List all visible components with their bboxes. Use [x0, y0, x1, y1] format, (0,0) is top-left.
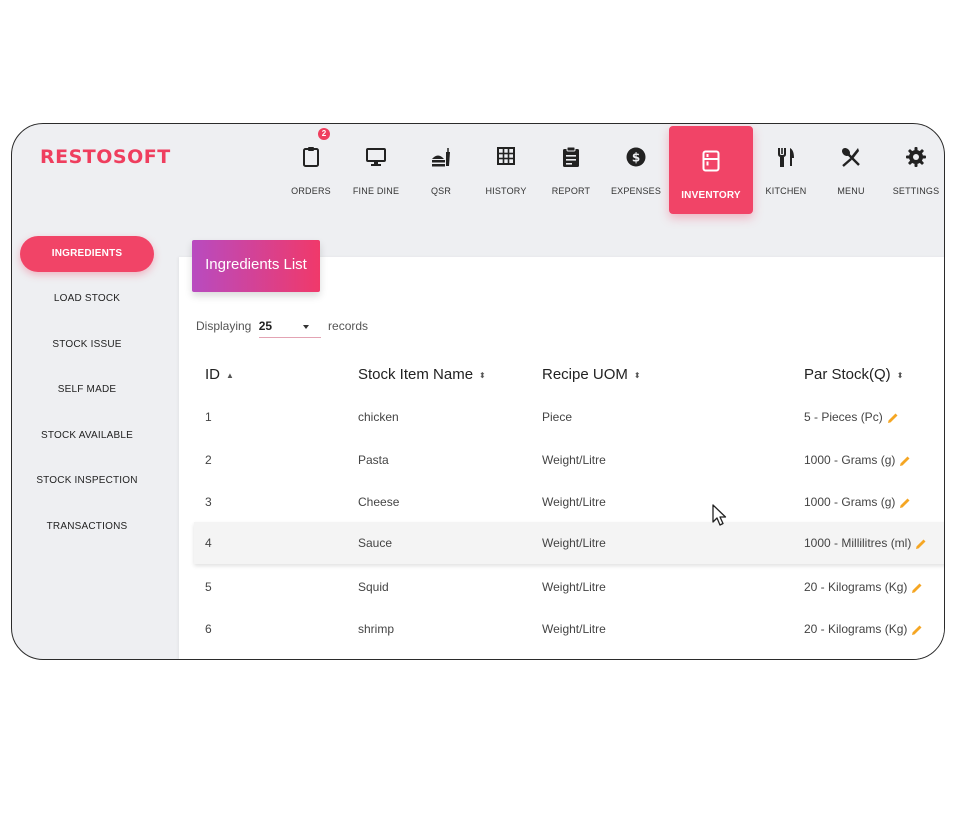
nav-label: MENU — [837, 186, 865, 196]
edit-icon[interactable] — [911, 582, 923, 594]
sort-asc-icon: ▲ — [226, 370, 234, 380]
sidebar-item-self-made[interactable]: SELF MADE — [20, 372, 154, 408]
sort-icon: ⬍ — [896, 370, 904, 380]
nav-item-report[interactable]: REPORT — [538, 124, 604, 214]
sidebar-item-stock-available[interactable]: STOCK AVAILABLE — [20, 418, 154, 454]
nav-item-settings[interactable]: SETTINGS — [883, 124, 944, 214]
column-header-id[interactable]: ID ▲ — [205, 366, 234, 383]
nav-label: SETTINGS — [892, 186, 940, 196]
records-label: records — [328, 319, 369, 333]
table-row[interactable]: 5 Squid Weight/Litre 20 - Kilograms (Kg) — [194, 566, 944, 608]
app-window: RESTOSOFT 2 ORDERS FINE DINE QSR HISTORY… — [11, 123, 945, 660]
page-size-value: 25 — [258, 319, 273, 333]
nav-item-expenses[interactable]: $ EXPENSES — [603, 124, 669, 214]
nav-label: REPORT — [551, 186, 591, 196]
nav-label: FINE DINE — [352, 186, 400, 196]
svg-text:$: $ — [632, 151, 640, 165]
sidebar-item-transactions[interactable]: TRANSACTIONS — [20, 509, 154, 545]
top-nav: 2 ORDERS FINE DINE QSR HISTORY REPORT $ … — [12, 124, 944, 224]
sidebar-item-load-stock[interactable]: LOAD STOCK — [20, 281, 154, 317]
nav-item-kitchen[interactable]: KITCHEN — [753, 124, 819, 214]
edit-icon[interactable] — [887, 412, 899, 424]
edit-icon[interactable] — [915, 538, 927, 550]
orders-badge: 2 — [318, 128, 330, 140]
report-icon — [563, 146, 579, 167]
nav-label: QSR — [430, 186, 452, 196]
nav-item-menu[interactable]: MENU — [818, 124, 884, 214]
column-header-name[interactable]: Stock Item Name ⬍ — [358, 366, 486, 383]
nav-item-history[interactable]: HISTORY — [473, 124, 539, 214]
sidebar-item-stock-inspection[interactable]: STOCK INSPECTION — [20, 463, 154, 499]
fridge-icon — [702, 150, 720, 172]
nav-item-inventory[interactable]: INVENTORY — [669, 126, 753, 214]
nav-label: KITCHEN — [765, 186, 807, 196]
table-row[interactable]: 1 chicken Piece 5 - Pieces (Pc) — [194, 396, 944, 438]
sort-icon: ⬍ — [633, 370, 641, 380]
gear-icon — [906, 147, 926, 167]
column-header-uom[interactable]: Recipe UOM ⬍ — [542, 366, 641, 383]
nav-label: EXPENSES — [610, 186, 662, 196]
sort-icon: ⬍ — [479, 370, 486, 380]
panel-title: Ingredients List — [192, 240, 320, 292]
nav-item-orders[interactable]: 2 ORDERS — [278, 124, 344, 214]
displaying-label: Displaying — [196, 319, 252, 333]
utensils-icon — [778, 148, 794, 167]
edit-icon[interactable] — [911, 624, 923, 636]
sidebar-item-stock-issue[interactable]: STOCK ISSUE — [20, 327, 154, 363]
nav-label: ORDERS — [291, 186, 331, 196]
caret-down-icon — [302, 325, 309, 329]
spoon-knife-icon — [841, 147, 860, 167]
nav-label: INVENTORY — [681, 190, 741, 201]
table-row[interactable]: 6 shrimp Weight/Litre 20 - Kilograms (Kg… — [194, 608, 944, 650]
table-row[interactable]: 2 Pasta Weight/Litre 1000 - Grams (g) — [194, 439, 944, 481]
table-row[interactable]: 3 Cheese Weight/Litre 1000 - Grams (g) — [194, 481, 944, 523]
table-row-hovered[interactable]: 4 Sauce Weight/Litre 1000 - Millilitres … — [194, 522, 944, 564]
sidebar-item-ingredients[interactable]: INGREDIENTS — [20, 236, 154, 272]
page-size-select[interactable]: 25 — [258, 319, 321, 338]
nav-label: HISTORY — [485, 186, 527, 196]
grid-icon — [497, 147, 515, 165]
monitor-icon — [366, 148, 386, 166]
column-header-par-stock[interactable]: Par Stock(Q) ⬍ — [804, 366, 903, 383]
page-size-control: Displaying 25 records — [196, 319, 368, 338]
edit-icon[interactable] — [899, 455, 911, 467]
nav-item-qsr[interactable]: QSR — [408, 124, 474, 214]
nav-item-fine-dine[interactable]: FINE DINE — [343, 124, 409, 214]
fast-food-icon — [432, 148, 450, 167]
edit-icon[interactable] — [899, 497, 911, 509]
clipboard-icon — [303, 147, 319, 167]
mouse-cursor-icon — [712, 504, 727, 526]
dollar-icon: $ — [626, 147, 646, 167]
